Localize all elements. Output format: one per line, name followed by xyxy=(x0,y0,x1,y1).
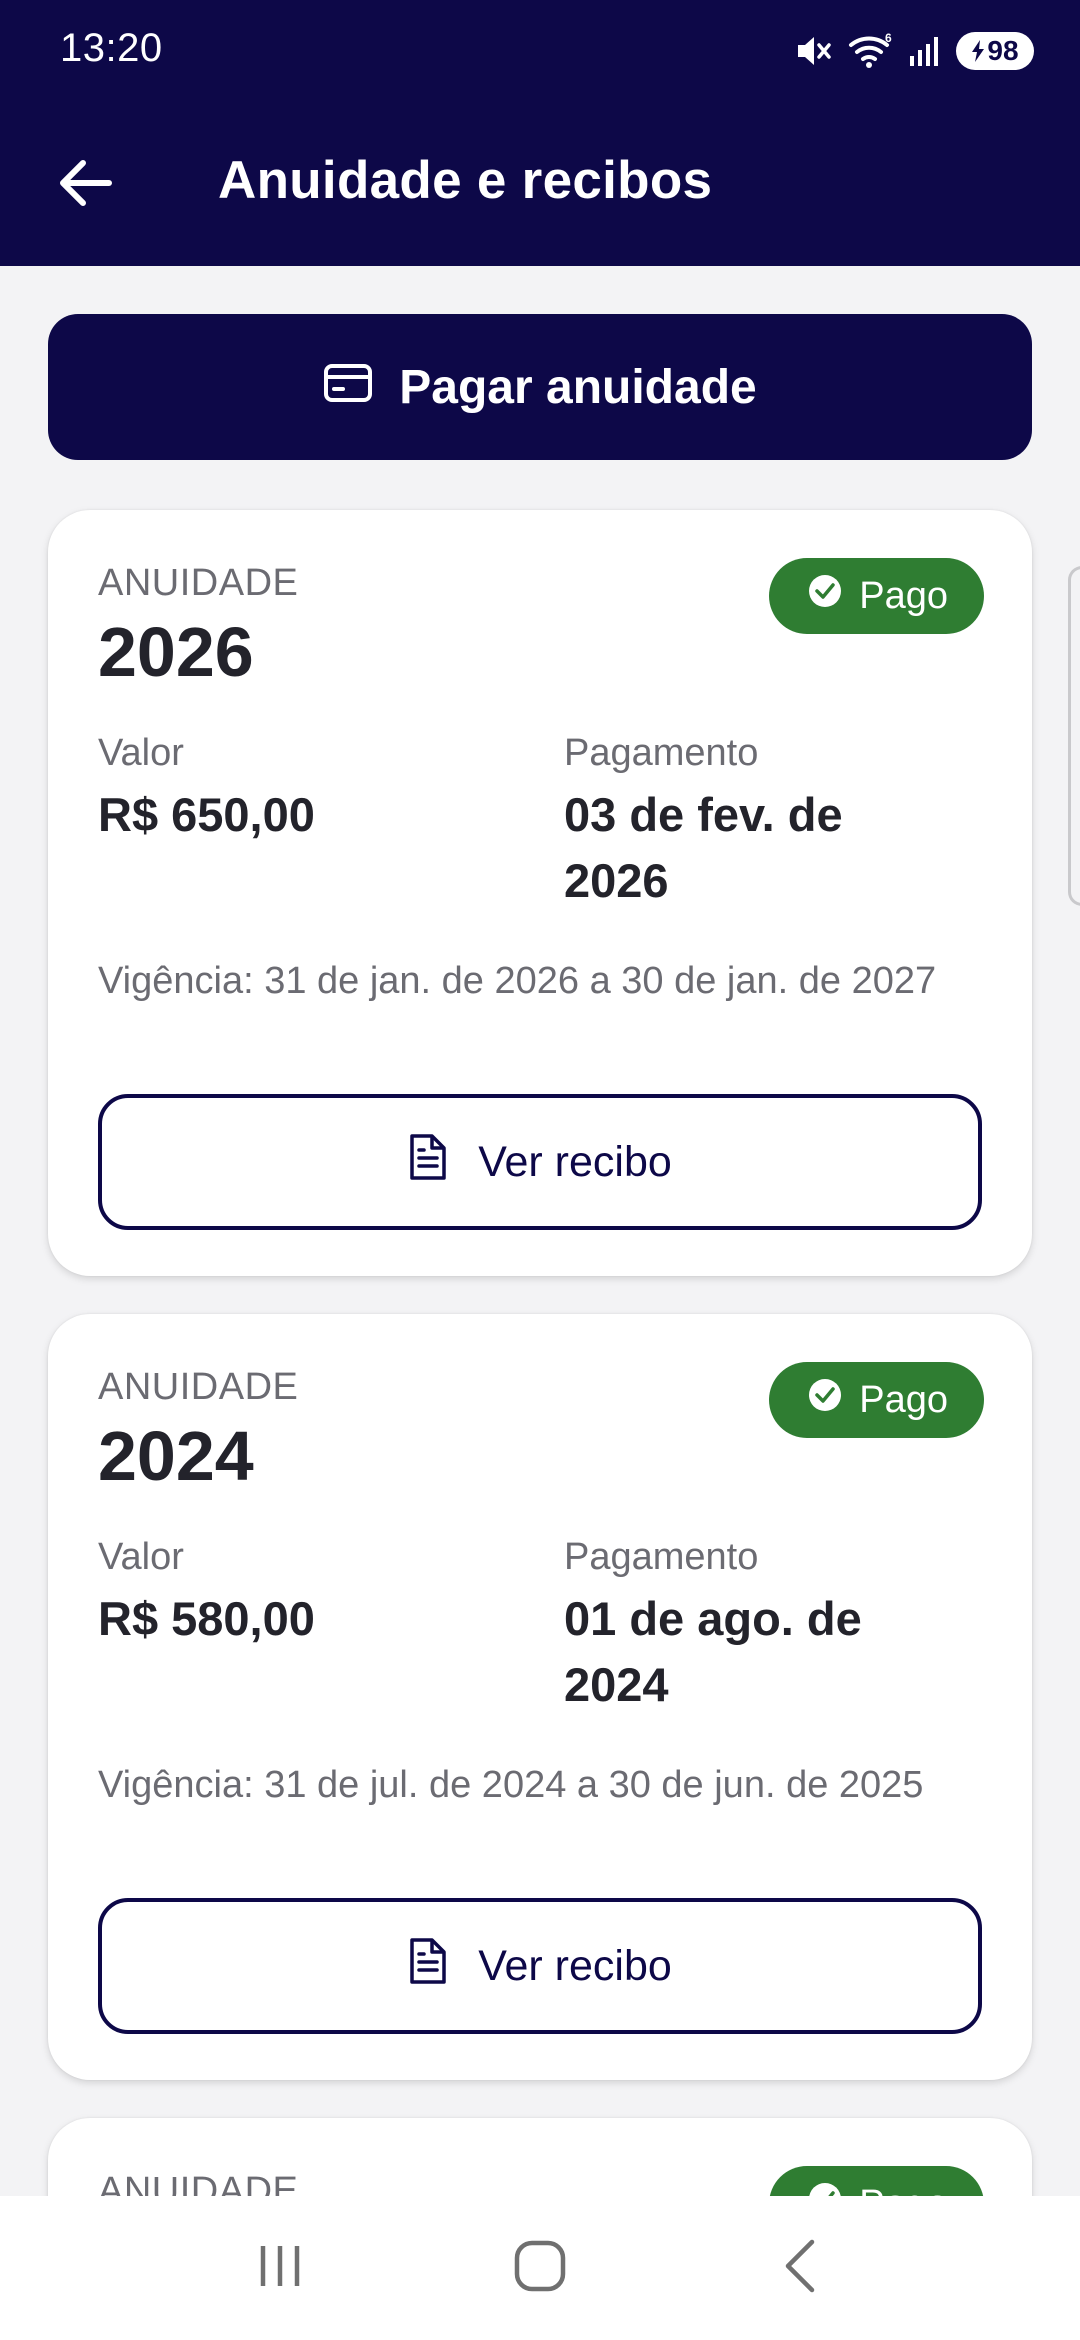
mute-icon xyxy=(794,33,834,69)
home-icon xyxy=(513,2239,567,2298)
status-icons: 6 98 xyxy=(794,28,1034,74)
scroll-indicator[interactable] xyxy=(1068,566,1080,906)
system-navigation-bar xyxy=(0,2196,1080,2340)
view-receipt-button[interactable]: Ver recibo xyxy=(98,1094,982,1230)
status-badge: Pago xyxy=(769,1362,984,1438)
payment-date: 03 de fev. de 2026 xyxy=(564,788,843,907)
view-receipt-label: Ver recibo xyxy=(478,1941,672,1990)
status-badge-label: Pago xyxy=(859,574,948,617)
payment-date: 01 de ago. de 2024 xyxy=(564,1592,862,1711)
validity-period: Vigência: 31 de jan. de 2026 a 30 de jan… xyxy=(98,960,937,1002)
chevron-left-icon xyxy=(780,2238,820,2299)
recent-apps-icon xyxy=(255,2242,305,2295)
card-kicker: ANUIDADE xyxy=(98,1366,299,1408)
pay-annuity-button[interactable]: Pagar anuidade xyxy=(48,314,1032,460)
status-badge-label: Pago xyxy=(859,1378,948,1421)
svg-text:6: 6 xyxy=(885,32,892,45)
battery-level: 98 xyxy=(987,35,1019,66)
check-circle-icon xyxy=(807,1377,843,1423)
card-year: 2026 xyxy=(98,613,254,691)
signal-icon xyxy=(908,34,942,68)
back-nav-button[interactable] xyxy=(740,2218,860,2318)
battery-indicator: 98 xyxy=(956,32,1034,70)
payment-label: Pagamento xyxy=(564,732,759,774)
status-time: 13:20 xyxy=(60,26,163,70)
card-year: 2024 xyxy=(98,1417,254,1495)
validity-period: Vigência: 31 de jul. de 2024 a 30 de jun… xyxy=(98,1764,924,1806)
payment-label: Pagamento xyxy=(564,1536,759,1578)
document-icon xyxy=(408,1132,448,1193)
pay-annuity-label: Pagar anuidade xyxy=(399,360,757,414)
back-button[interactable] xyxy=(40,140,130,230)
value-label: Valor xyxy=(98,732,184,774)
credit-card-icon xyxy=(323,360,373,415)
recent-apps-button[interactable] xyxy=(220,2218,340,2318)
card-kicker: ANUIDADE xyxy=(98,562,299,604)
status-badge: Pago xyxy=(769,558,984,634)
view-receipt-label: Ver recibo xyxy=(478,1137,672,1186)
document-icon xyxy=(408,1936,448,1997)
app-header: 13:20 6 98 Anuidade e recibos xyxy=(0,0,1080,266)
value-amount: R$ 650,00 xyxy=(98,788,315,841)
view-receipt-button[interactable]: Ver recibo xyxy=(98,1898,982,2034)
charging-icon xyxy=(971,40,985,62)
page-title: Anuidade e recibos xyxy=(218,151,713,210)
value-label: Valor xyxy=(98,1536,184,1578)
wifi-icon: 6 xyxy=(848,32,894,70)
home-button[interactable] xyxy=(480,2218,600,2318)
value-amount: R$ 580,00 xyxy=(98,1592,315,1645)
annuity-card: ANUIDADE 2024 Pago Valor R$ 580,00 Pagam… xyxy=(48,1314,1032,2080)
arrow-left-icon xyxy=(57,159,113,212)
check-circle-icon xyxy=(807,573,843,619)
annuity-card: ANUIDADE 2026 Pago Valor R$ 650,00 Pagam… xyxy=(48,510,1032,1276)
